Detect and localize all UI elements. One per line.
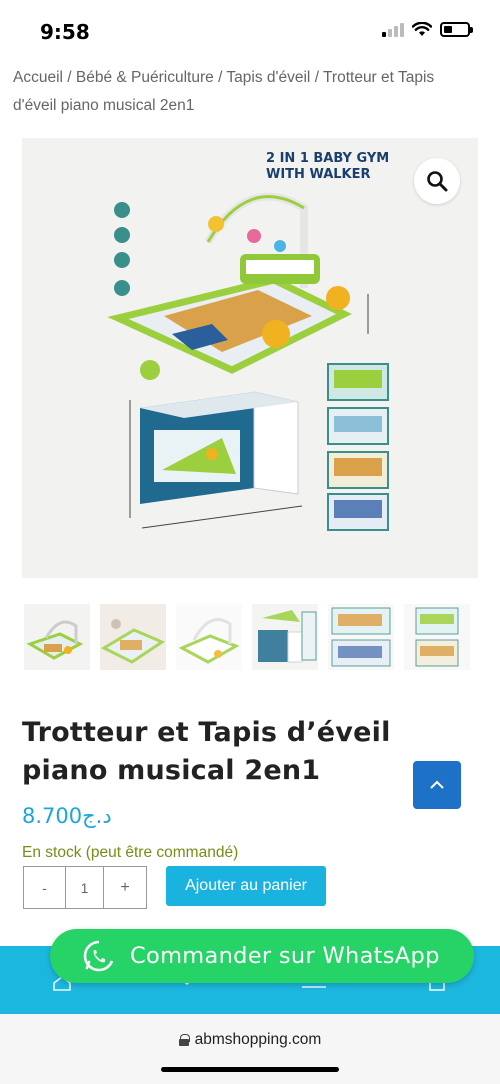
search-icon	[427, 171, 448, 192]
status-time: 9:58	[40, 20, 90, 44]
browser-address-bar	[0, 1014, 500, 1084]
breadcrumb-separator: /	[314, 69, 324, 86]
home-indicator	[161, 1067, 339, 1072]
battery-icon	[440, 22, 473, 37]
price-currency: د.ج	[82, 804, 112, 828]
breadcrumb-separator: /	[67, 69, 76, 86]
product-image-banner-line1: 2 IN 1 BABY GYM	[266, 151, 389, 166]
breadcrumb-home[interactable]: Accueil	[13, 69, 63, 86]
product-price: 8.700د.ج	[22, 804, 112, 828]
url-display[interactable]: abmshopping.com	[0, 1031, 500, 1049]
lock-icon	[178, 1034, 190, 1046]
stock-status: En stock (peut être commandé)	[22, 844, 239, 861]
breadcrumb-category[interactable]: Bébé & Puériculture	[76, 69, 214, 86]
zoom-button[interactable]	[414, 158, 460, 204]
breadcrumb: Accueil / Bébé & Puériculture / Tapis d'…	[13, 64, 473, 120]
thumbnail-5[interactable]	[328, 604, 394, 670]
wifi-icon	[412, 22, 432, 36]
status-icons	[382, 22, 473, 37]
breadcrumb-subcategory[interactable]: Tapis d'éveil	[226, 69, 310, 86]
chevron-up-icon	[430, 780, 444, 789]
thumbnail-3[interactable]	[176, 604, 242, 670]
price-amount: 8.700	[22, 804, 83, 828]
product-main-image[interactable]: 2 IN 1 BABY GYM WITH WALKER	[22, 138, 478, 578]
thumbnail-gallery	[24, 604, 470, 670]
status-bar: 9:58	[0, 0, 500, 62]
quantity-stepper: - 1 +	[23, 866, 147, 909]
add-to-cart-button[interactable]: Ajouter au panier	[166, 866, 326, 906]
signal-icon	[382, 23, 404, 37]
quantity-decrease-button[interactable]: -	[24, 867, 66, 908]
product-title: Trotteur et Tapis d’éveil piano musical …	[22, 717, 391, 786]
product-photo: 2 IN 1 BABY GYM WITH WALKER	[22, 138, 478, 578]
thumbnail-4[interactable]	[252, 604, 318, 670]
thumbnail-2[interactable]	[100, 604, 166, 670]
url-text: abmshopping.com	[194, 1031, 322, 1048]
quantity-increase-button[interactable]: +	[104, 867, 146, 908]
product-image-banner-line2: WITH WALKER	[266, 167, 371, 182]
whatsapp-label: Commander sur WhatsApp	[130, 943, 440, 969]
thumbnail-1[interactable]	[24, 604, 90, 670]
whatsapp-order-button[interactable]: Commander sur WhatsApp	[50, 929, 474, 983]
quantity-input[interactable]: 1	[66, 867, 104, 908]
page: 9:58 Accueil / Bébé & Puériculture / Tap…	[0, 0, 500, 1084]
thumbnail-6[interactable]	[404, 604, 470, 670]
whatsapp-icon	[83, 940, 114, 972]
scroll-to-top-button[interactable]	[413, 761, 461, 809]
